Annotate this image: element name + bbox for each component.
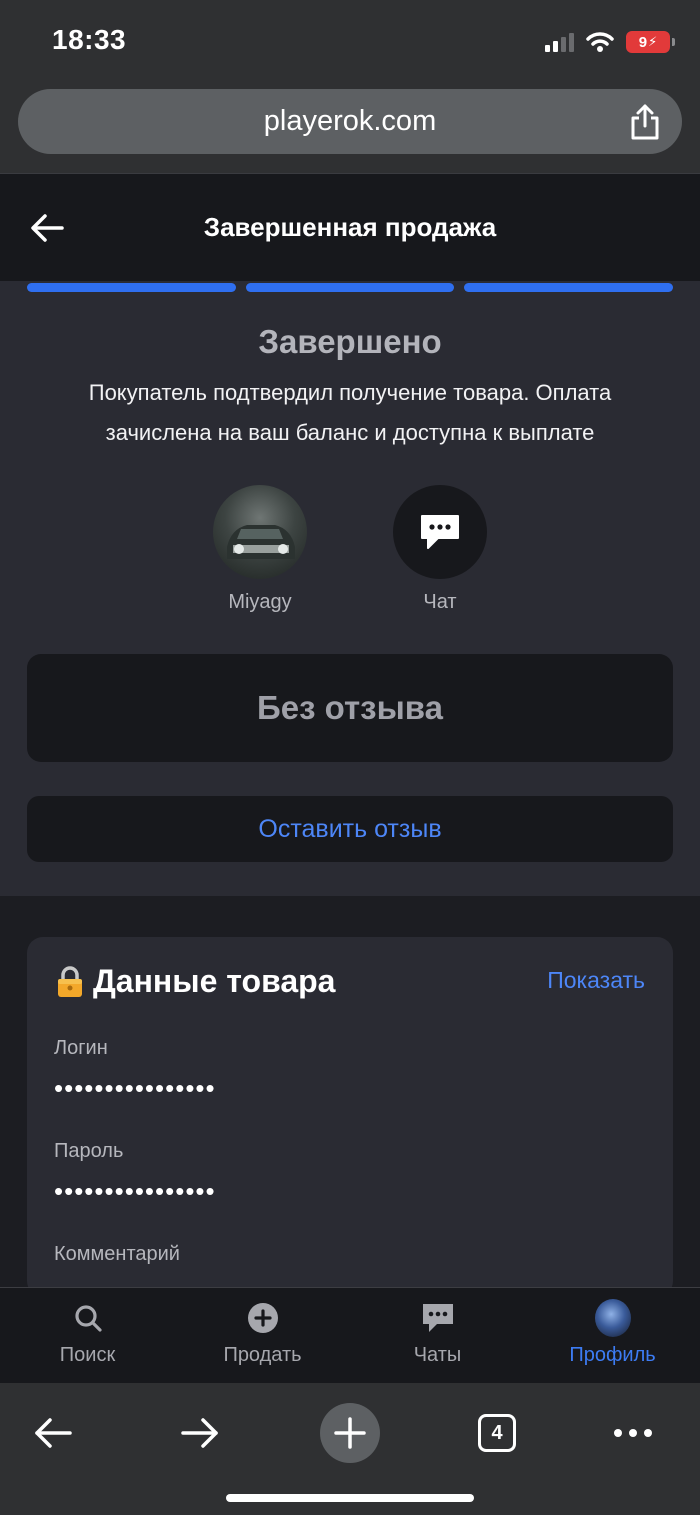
leave-review-button[interactable]: Оставить отзыв [27, 796, 673, 862]
product-data-title: Данные товара [93, 963, 336, 999]
tab-label: Поиск [59, 1344, 116, 1366]
login-value: •••••••••••••••• [54, 1073, 216, 1103]
status-indicators: 9 ⚡ [545, 30, 675, 54]
tabs-button[interactable]: 4 [467, 1403, 527, 1463]
product-data-card: Данные товара Показать Логин •••••••••••… [27, 937, 673, 1297]
password-value: •••••••••••••••• [54, 1176, 216, 1206]
tab-search[interactable]: Поиск [0, 1288, 175, 1383]
browser-forward-button[interactable] [170, 1403, 230, 1463]
browser-toolbar: 4 [0, 1383, 700, 1515]
tab-bar: Поиск Продать Чаты Профиль [0, 1287, 700, 1383]
comment-label: Комментарий [54, 1243, 180, 1265]
tab-label: Продать [223, 1344, 302, 1366]
chat-icon [421, 515, 459, 549]
review-status: Без отзыва [27, 654, 673, 762]
more-menu-button[interactable] [603, 1403, 663, 1463]
tab-sell[interactable]: Продать [175, 1288, 350, 1383]
url-text: playerok.com [263, 105, 437, 137]
battery-level: 9 [638, 33, 648, 51]
deal-progress-bar [27, 283, 674, 293]
progress-step [27, 283, 236, 292]
battery-icon: 9 ⚡ [626, 31, 675, 53]
tab-label: Чаты [413, 1344, 462, 1366]
avatar [594, 1299, 631, 1337]
chat-label: Чат [423, 591, 457, 613]
login-label: Логин [54, 1037, 108, 1059]
tabs-count: 4 [478, 1414, 516, 1452]
share-icon[interactable] [628, 103, 662, 141]
url-bar[interactable]: playerok.com [18, 89, 682, 154]
chat-button[interactable] [393, 485, 487, 579]
arrow-right-icon [181, 1418, 218, 1448]
tab-chats[interactable]: Чаты [350, 1288, 525, 1383]
tab-profile[interactable]: Профиль [525, 1288, 700, 1383]
show-data-button[interactable]: Показать [547, 967, 645, 994]
arrow-left-icon [35, 1418, 72, 1448]
tab-label: Профиль [569, 1344, 656, 1366]
plus-circle-icon [247, 1303, 278, 1333]
signal-icon [545, 32, 574, 52]
buyer-avatar[interactable] [213, 485, 307, 579]
plus-icon [320, 1403, 380, 1463]
car-photo-icon [227, 525, 295, 559]
search-icon [74, 1305, 102, 1332]
buyer-name: Miyagy [228, 591, 292, 613]
wifi-icon [586, 32, 614, 52]
chat-icon [422, 1304, 453, 1332]
buyer-profile[interactable]: Miyagy [200, 485, 320, 614]
status-title: Завершено [258, 323, 442, 360]
card-title: Данные товара [55, 963, 335, 1000]
lock-icon [58, 965, 82, 997]
deal-status-section: Завершено Покупатель подтвердил получени… [0, 281, 700, 896]
chat-shortcut[interactable]: Чат [380, 485, 500, 614]
more-dots-icon [614, 1429, 652, 1437]
app-header: Завершенная продажа [0, 173, 700, 281]
home-indicator [226, 1494, 474, 1502]
new-tab-button[interactable] [320, 1403, 380, 1463]
status-time: 18:33 [52, 24, 127, 55]
browser-back-button[interactable] [23, 1403, 83, 1463]
status-description: Покупатель подтвердил получение товара. … [88, 380, 612, 445]
password-label: Пароль [54, 1140, 124, 1162]
browser-top-bar: 18:33 9 ⚡ playerok.com [0, 0, 700, 173]
progress-step [464, 283, 674, 292]
progress-step [245, 283, 455, 292]
page-title: Завершенная продажа [203, 212, 497, 242]
